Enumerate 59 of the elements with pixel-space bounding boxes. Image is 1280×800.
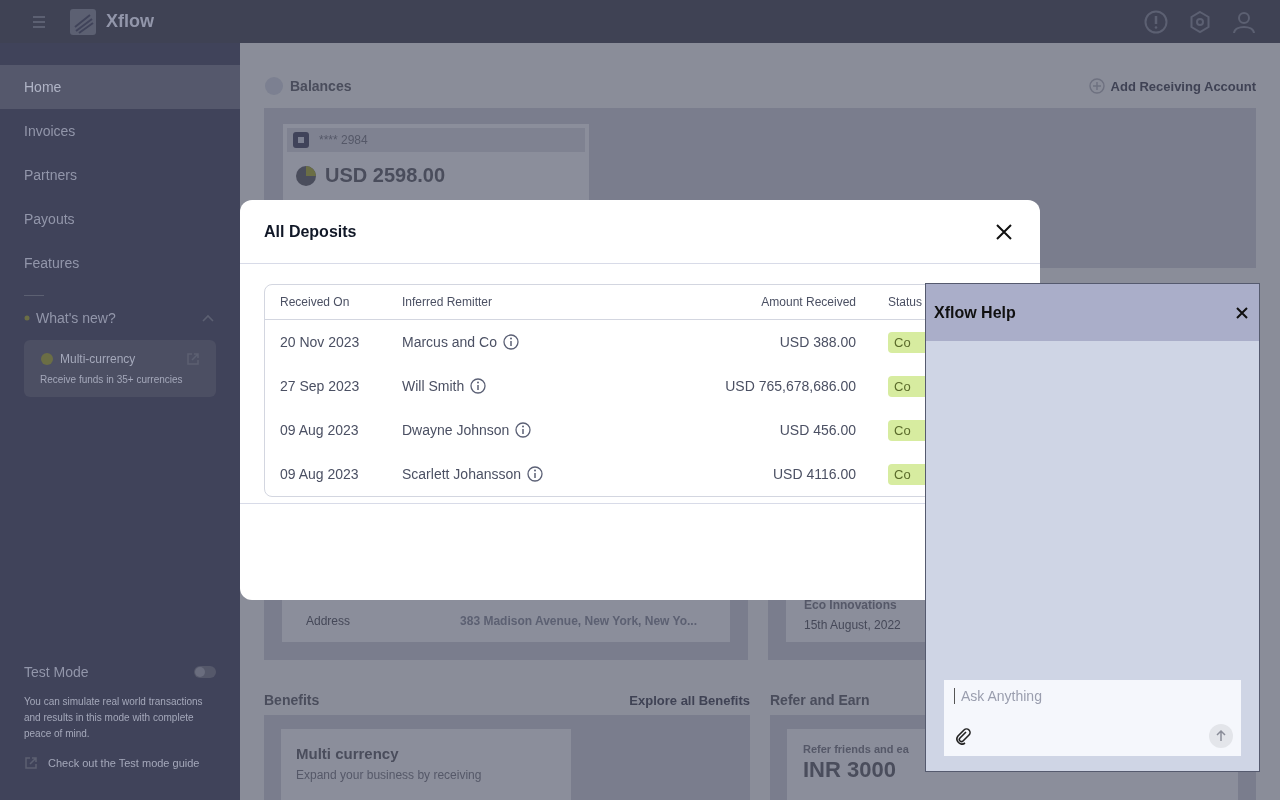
send-icon[interactable]: [1209, 724, 1233, 748]
table-cell-text: 20 Nov 2023: [280, 334, 361, 350]
table-cell-text: USD 4116.00: [772, 466, 856, 482]
dialog-title: All Deposits: [264, 222, 357, 241]
table-cell-text: USD 456.00: [778, 422, 856, 438]
test-mode-label: Test Mode: [24, 664, 89, 680]
close-icon[interactable]: [996, 223, 1012, 240]
plus-circle-icon[interactable]: [1088, 78, 1105, 94]
table-cell: Will Smith: [402, 378, 465, 394]
message-field[interactable]: Ask Anything: [954, 688, 1233, 704]
add-account-link[interactable]: Add Receiving Account: [1110, 78, 1256, 94]
table-cell-text: USD 388.00: [778, 334, 856, 350]
nav-item[interactable]: Invoices: [0, 109, 240, 153]
info-icon[interactable]: [515, 422, 532, 438]
address-label: Address: [306, 614, 351, 628]
nav-item[interactable]: Features: [0, 241, 240, 285]
close-icon[interactable]: [1236, 306, 1248, 319]
refer-amount: INR 3000: [803, 757, 897, 783]
column-header: Inferred Remitter: [402, 295, 494, 309]
column-header: Amount Received: [760, 295, 856, 309]
chevron-icon[interactable]: [202, 314, 214, 322]
column-header: Received On: [280, 295, 351, 309]
table-cell-text: 09 Aug 2023: [280, 466, 360, 482]
partner-date: 15th August, 2022: [804, 618, 902, 632]
table-cell: Dwayne Johnson: [402, 422, 510, 438]
logo-icon: [70, 8, 96, 35]
test-mode-toggle[interactable]: [194, 666, 216, 678]
benefit-title: Multi currency: [296, 745, 400, 762]
table-cell-text: 09 Aug 2023: [280, 422, 360, 438]
section-title: Refer and Earn: [770, 692, 870, 708]
section-title: Balances: [290, 78, 352, 94]
table-cell-text: 27 Sep 2023: [280, 378, 361, 394]
balance-amount: USD 2598.00: [325, 164, 446, 187]
test-mode-description: You can simulate real world transactions and results in this mode with complete peace of mind.: [23, 695, 204, 741]
info-icon[interactable]: [470, 378, 487, 394]
table-cell: Scarlett Johansson: [402, 466, 522, 482]
info-icon[interactable]: [502, 334, 519, 350]
paperclip-icon[interactable]: [954, 727, 972, 745]
section-title: Benefits: [264, 692, 320, 708]
menu-icon[interactable]: [32, 14, 46, 29]
test-mode-guide-link[interactable]: Check out the Test mode guide: [48, 757, 200, 769]
feature-title: Multi-currency: [60, 352, 136, 366]
explore-benefits-link[interactable]: Explore all Benefits: [629, 692, 750, 708]
help-title: Xflow Help: [934, 303, 1016, 322]
logo-text: Xflow: [106, 11, 154, 32]
nav-item[interactable]: Partners: [0, 153, 240, 197]
feature-card[interactable]: Multi-currency Receive funds in 35+ currencies: [24, 340, 216, 397]
settings-icon[interactable]: [1188, 9, 1212, 34]
bank-icon: [293, 132, 309, 148]
table-cell: Marcus and Co: [402, 334, 497, 350]
nav-item[interactable]: Payouts: [0, 197, 240, 241]
table-cell-text: USD 765,678,686.00: [724, 378, 856, 394]
column-header: Status: [887, 295, 923, 309]
external-link-icon[interactable]: [24, 756, 38, 770]
whats-new-label: What's new?: [36, 310, 116, 326]
info-icon[interactable]: [527, 466, 544, 482]
nav-item[interactable]: Home: [0, 65, 240, 109]
user-icon[interactable]: [1232, 9, 1256, 34]
feature-text: Receive funds in 35+ currencies: [40, 374, 184, 385]
